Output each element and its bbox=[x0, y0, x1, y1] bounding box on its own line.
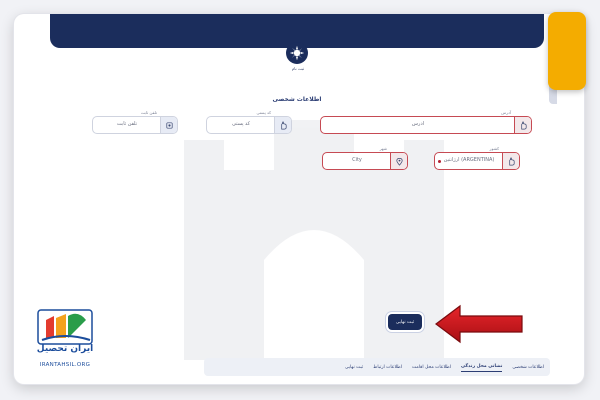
brand-domain: IRANTAHSIL.ORG bbox=[39, 362, 91, 368]
yellow-corner-tab bbox=[548, 12, 586, 90]
landline-field[interactable]: تلفن ثابت تلفن ثابت bbox=[92, 110, 178, 134]
postal-code-label: کد پستی bbox=[256, 110, 272, 115]
postal-code-value: کد پستی bbox=[231, 121, 251, 127]
address-value: آدرس bbox=[411, 121, 425, 127]
hand-icon bbox=[502, 153, 519, 169]
postal-code-field[interactable]: کد پستی کد پستی bbox=[206, 110, 292, 134]
tab-final-submit[interactable]: ثبت نهایی bbox=[345, 363, 363, 372]
tab-stay-info[interactable]: اطلاعات محل اقامت bbox=[412, 363, 451, 372]
hand-icon bbox=[514, 117, 531, 133]
logo-caption: ثبت نام bbox=[291, 66, 305, 71]
city-label: شهر bbox=[379, 146, 387, 151]
tab-personal-info[interactable]: اطلاعات شخصی bbox=[512, 363, 544, 372]
tab-residence-address[interactable]: نشانی محل زندگی bbox=[460, 362, 503, 372]
red-arrow-icon bbox=[435, 304, 523, 344]
city-field[interactable]: شهر City bbox=[322, 146, 408, 170]
phone-icon bbox=[160, 117, 177, 133]
final-submit-button[interactable]: ثبت نهایی bbox=[388, 314, 422, 330]
landline-value: تلفن ثابت bbox=[116, 121, 138, 127]
address-label: آدرس bbox=[501, 110, 511, 115]
location-pin-icon bbox=[390, 153, 407, 169]
brand-name: ایران تحصیل bbox=[36, 344, 94, 354]
address-field[interactable]: آدرس آدرس bbox=[320, 110, 532, 134]
city-value: City bbox=[352, 157, 362, 163]
country-value: آرژانتین (ARGENTINA) bbox=[443, 157, 495, 163]
section-title: اطلاعات شخصی bbox=[272, 96, 322, 103]
country-select[interactable]: کشور آرژانتین (ARGENTINA) bbox=[434, 146, 520, 170]
hand-icon bbox=[274, 117, 291, 133]
tab-contact-info[interactable]: اطلاعات ارتباط bbox=[373, 363, 402, 372]
step-tabs: اطلاعات شخصی نشانی محل زندگی اطلاعات محل… bbox=[204, 358, 550, 376]
emblem-icon bbox=[286, 42, 308, 64]
country-label: کشور bbox=[489, 146, 499, 151]
app-window: ثبت نام اطلاعات شخصی آدرس آدرس کد پستی ک… bbox=[14, 14, 584, 384]
landline-label: تلفن ثابت bbox=[140, 110, 157, 115]
